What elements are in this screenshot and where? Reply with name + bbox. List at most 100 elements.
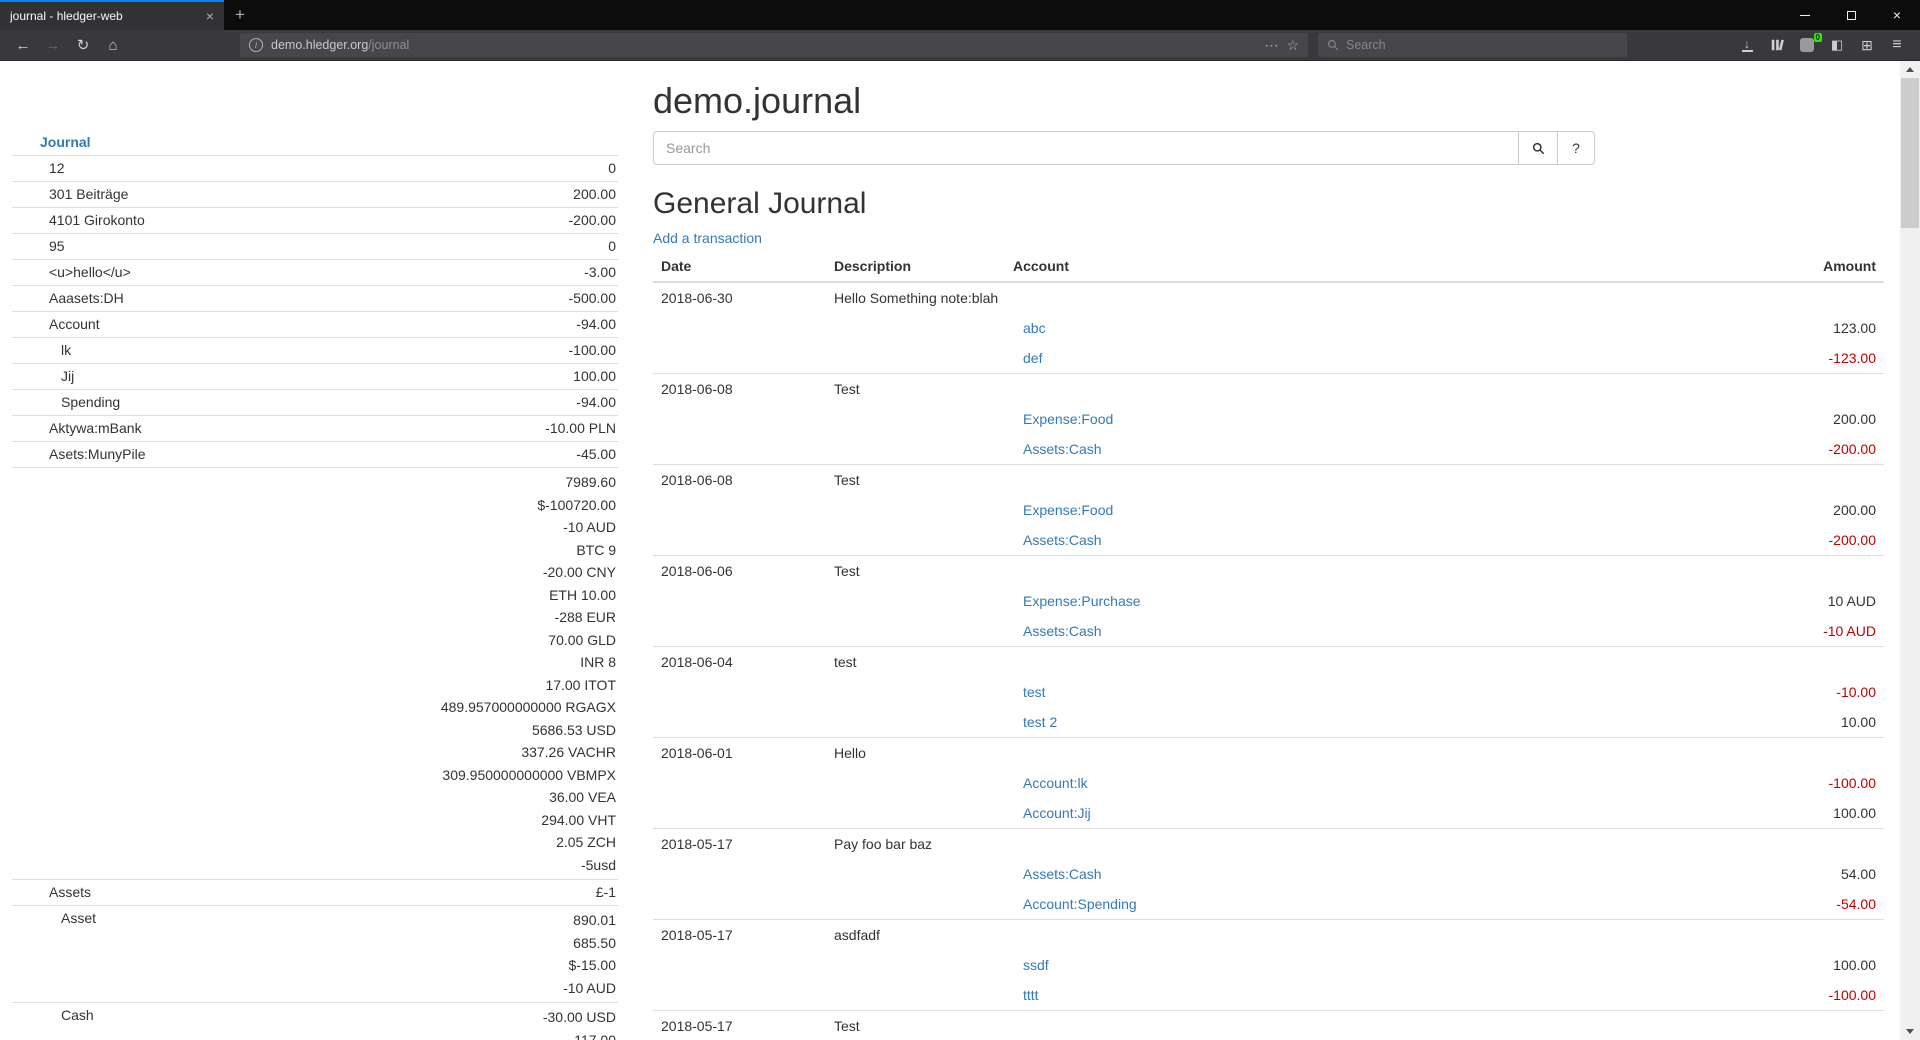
transaction: 2018-05-17Pay foo bar bazAssets:Cash54.0…	[653, 829, 1884, 920]
journal-search-button[interactable]	[1518, 131, 1558, 165]
account-name-cell: Account	[12, 312, 273, 338]
transaction: 2018-06-04testtest-10.00test 210.00	[653, 647, 1884, 738]
library-icon	[1770, 38, 1784, 52]
journal-search-form: ?	[653, 131, 1597, 165]
transaction: 2018-06-08TestExpense:Food200.00Assets:C…	[653, 465, 1884, 556]
scroll-up-button[interactable]	[1900, 61, 1920, 78]
account-balance: -117.00	[275, 1029, 616, 1040]
scroll-down-button[interactable]	[1900, 1023, 1920, 1040]
account-link[interactable]: Assets	[49, 884, 91, 900]
account-link[interactable]: 95	[49, 238, 65, 254]
account-link[interactable]: Cash	[61, 1007, 94, 1023]
transaction-amount-spacer	[1709, 556, 1884, 587]
close-button[interactable]: ×	[1874, 0, 1920, 30]
maximize-button[interactable]	[1828, 0, 1874, 30]
posting-account-link[interactable]: tttt	[1023, 987, 1039, 1003]
journal-search-input[interactable]	[653, 131, 1519, 165]
reload-button[interactable]: ↻	[68, 32, 98, 58]
account-link[interactable]: Asets:MunyPile	[49, 446, 145, 462]
posting-account-link[interactable]: test	[1023, 684, 1046, 700]
posting-row: Expense:Food200.00	[653, 495, 1884, 525]
transaction-date: 2018-06-30	[653, 282, 826, 313]
posting-amount: 10.00	[1709, 707, 1884, 738]
posting-date-spacer	[653, 586, 826, 616]
transaction-amount-spacer	[1709, 738, 1884, 769]
account-balance: -94.00	[275, 393, 616, 412]
posting-account-link[interactable]: Assets:Cash	[1023, 623, 1102, 639]
minimize-button[interactable]	[1782, 0, 1828, 30]
account-link[interactable]: lk	[61, 342, 71, 358]
posting-row: Assets:Cash-200.00	[653, 525, 1884, 556]
account-name-cell: Assets	[12, 880, 273, 906]
bookmark-star-icon[interactable]: ☆	[1286, 37, 1299, 54]
posting-account-link[interactable]: Expense:Food	[1023, 502, 1113, 518]
posting-account-link[interactable]: Account:Jij	[1023, 805, 1091, 821]
account-link[interactable]: 301 Beiträge	[49, 186, 128, 202]
posting-row: tttt-100.00	[653, 980, 1884, 1011]
search-icon	[1532, 142, 1545, 155]
posting-account-link[interactable]: def	[1023, 350, 1042, 366]
posting-account-link[interactable]: Account:Spending	[1023, 896, 1137, 912]
scrollbar-thumb[interactable]	[1901, 78, 1919, 228]
posting-account-link[interactable]: Expense:Purchase	[1023, 593, 1141, 609]
account-balance: INR 8	[275, 651, 616, 674]
transaction-date: 2018-05-17	[653, 920, 826, 951]
posting-row: test-10.00	[653, 677, 1884, 707]
site-info-icon[interactable]: i	[249, 38, 263, 52]
sidebar-account-row: 120	[12, 156, 618, 182]
sidebar-account-row: Aaasets:DH-500.00	[12, 286, 618, 312]
posting-row: Expense:Purchase10 AUD	[653, 586, 1884, 616]
posting-account-link[interactable]: Expense:Food	[1023, 411, 1113, 427]
library-button[interactable]	[1762, 32, 1792, 58]
account-link[interactable]: Asset	[61, 910, 96, 926]
menu-button[interactable]: ≡	[1882, 32, 1912, 58]
account-name-cell: Spending	[12, 390, 273, 416]
journal-link[interactable]: Journal	[40, 134, 91, 150]
help-button[interactable]: ?	[1557, 131, 1595, 165]
home-button[interactable]: ⌂	[98, 32, 128, 58]
posting-amount: -54.00	[1709, 889, 1884, 920]
url-bar[interactable]: i demo.hledger.org/journal ⋯ ☆	[240, 33, 1308, 57]
account-link[interactable]: Jij	[61, 368, 74, 384]
forward-button[interactable]: →	[38, 32, 68, 58]
extension-button[interactable]: 0	[1792, 32, 1822, 58]
account-link[interactable]: <u>hello</u>	[49, 264, 131, 280]
account-link[interactable]: Spending	[61, 394, 120, 410]
extension-badge: 0	[1814, 33, 1822, 42]
browser-tab[interactable]: journal - hledger-web ×	[0, 0, 224, 30]
posting-account-link[interactable]: Assets:Cash	[1023, 866, 1102, 882]
extension-icon	[1800, 38, 1814, 52]
posting-amount: -123.00	[1709, 343, 1884, 374]
posting-account-link[interactable]: Assets:Cash	[1023, 532, 1102, 548]
page-actions-icon[interactable]: ⋯	[1264, 37, 1278, 54]
search-icon	[1327, 39, 1339, 51]
transaction-row: 2018-06-30Hello Something note:blah	[653, 282, 1884, 313]
posting-account-cell: test 2	[1005, 707, 1709, 738]
posting-account-cell: def	[1005, 343, 1709, 374]
transaction-row: 2018-06-06Test	[653, 556, 1884, 587]
account-link[interactable]: Aaasets:DH	[49, 290, 124, 306]
account-link[interactable]: 4101 Girokonto	[49, 212, 145, 228]
account-balance-cell: -10.00 PLN	[273, 416, 618, 442]
downloads-button[interactable]: ↓	[1732, 32, 1762, 58]
posting-row: Assets:Cash-200.00	[653, 434, 1884, 465]
posting-account-link[interactable]: Assets:Cash	[1023, 441, 1102, 457]
posting-desc-spacer	[826, 768, 1005, 798]
account-link[interactable]: 12	[49, 160, 65, 176]
posting-account-link[interactable]: Account:lk	[1023, 775, 1088, 791]
posting-account-link[interactable]: test 2	[1023, 714, 1057, 730]
page-scrollbar[interactable]	[1900, 61, 1920, 1040]
posting-account-link[interactable]: abc	[1023, 320, 1046, 336]
apps-grid-button[interactable]: ⊞	[1852, 32, 1882, 58]
transaction-row: 2018-06-08Test	[653, 374, 1884, 405]
browser-search-bar[interactable]: Search	[1318, 33, 1627, 57]
sidebar-toggle-button[interactable]: ◧	[1822, 32, 1852, 58]
account-link[interactable]: Aktywa:mBank	[49, 420, 142, 436]
new-tab-button[interactable]: +	[224, 0, 256, 30]
tab-close-icon[interactable]: ×	[206, 9, 214, 23]
add-transaction-link[interactable]: Add a transaction	[653, 230, 762, 246]
account-balance: 685.50	[275, 932, 616, 955]
posting-account-link[interactable]: ssdf	[1023, 957, 1049, 973]
back-button[interactable]: ←	[8, 32, 38, 58]
account-link[interactable]: Account	[49, 316, 100, 332]
